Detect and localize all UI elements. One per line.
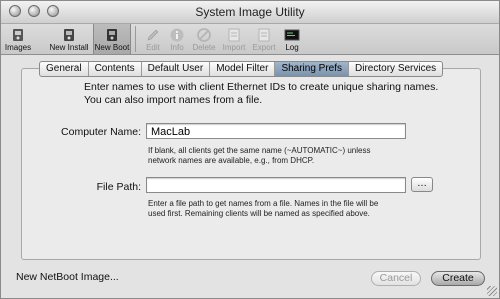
boot-icon [107, 29, 117, 41]
pencil-icon [147, 29, 159, 41]
export-icon [258, 28, 270, 42]
file-path-hint: Enter a file path to get names from a fi… [148, 199, 379, 218]
intro-line-1: Enter names to use with client Ethernet … [84, 81, 439, 93]
toolbar-info-button[interactable]: Info [166, 24, 188, 54]
tab-sharing-prefs[interactable]: Sharing Prefs [275, 62, 350, 76]
toolbar-delete-button[interactable]: Delete [191, 24, 217, 54]
cancel-button[interactable]: Cancel [371, 271, 421, 286]
intro-text: Enter names to use with client Ethernet … [84, 81, 438, 107]
import-icon [228, 28, 240, 42]
title-bar: System Image Utility [1, 1, 499, 24]
tab-directory-services[interactable]: Directory Services [349, 62, 442, 76]
install-icon [64, 29, 74, 41]
tab-contents[interactable]: Contents [89, 62, 142, 76]
toolbar-export-button[interactable]: Export [250, 24, 278, 54]
tab-default-user[interactable]: Default User [142, 62, 211, 76]
log-icon [284, 29, 300, 41]
app-window: System Image Utility Images New Install … [0, 0, 500, 299]
computer-name-hint: If blank, all clients get the same name … [148, 146, 371, 165]
file-path-field[interactable] [146, 177, 406, 193]
toolbar-new-install-button[interactable]: New Install [48, 24, 90, 54]
toolbar-new-boot-button[interactable]: New Boot [93, 24, 131, 54]
toolbar-import-button[interactable]: Import [220, 24, 248, 54]
toolbar-separator [135, 26, 136, 52]
file-path-label: File Path: [96, 181, 141, 193]
browse-button[interactable]: … [411, 177, 433, 192]
tab-bar: General Contents Default User Model Filt… [39, 61, 444, 77]
info-icon [170, 28, 184, 42]
disk-icon [13, 29, 23, 41]
resize-grip-icon[interactable] [487, 286, 497, 296]
create-button[interactable]: Create [431, 271, 485, 286]
toolbar-edit-button[interactable]: Edit [141, 24, 165, 54]
computer-name-field[interactable]: MacLab [146, 123, 406, 139]
toolbar-images-button[interactable]: Images [3, 24, 33, 54]
delete-icon [197, 28, 211, 42]
toolbar-log-button[interactable]: Log [281, 24, 303, 54]
tab-general[interactable]: General [40, 62, 89, 76]
window-title: System Image Utility [195, 5, 305, 19]
computer-name-label: Computer Name: [61, 126, 141, 138]
tab-model-filter[interactable]: Model Filter [210, 62, 276, 76]
intro-line-2: You can also import names from a file. [84, 94, 263, 106]
image-name-label: New NetBoot Image... [16, 271, 119, 283]
toolbar: Images New Install New Boot Edit Info De… [1, 24, 499, 55]
